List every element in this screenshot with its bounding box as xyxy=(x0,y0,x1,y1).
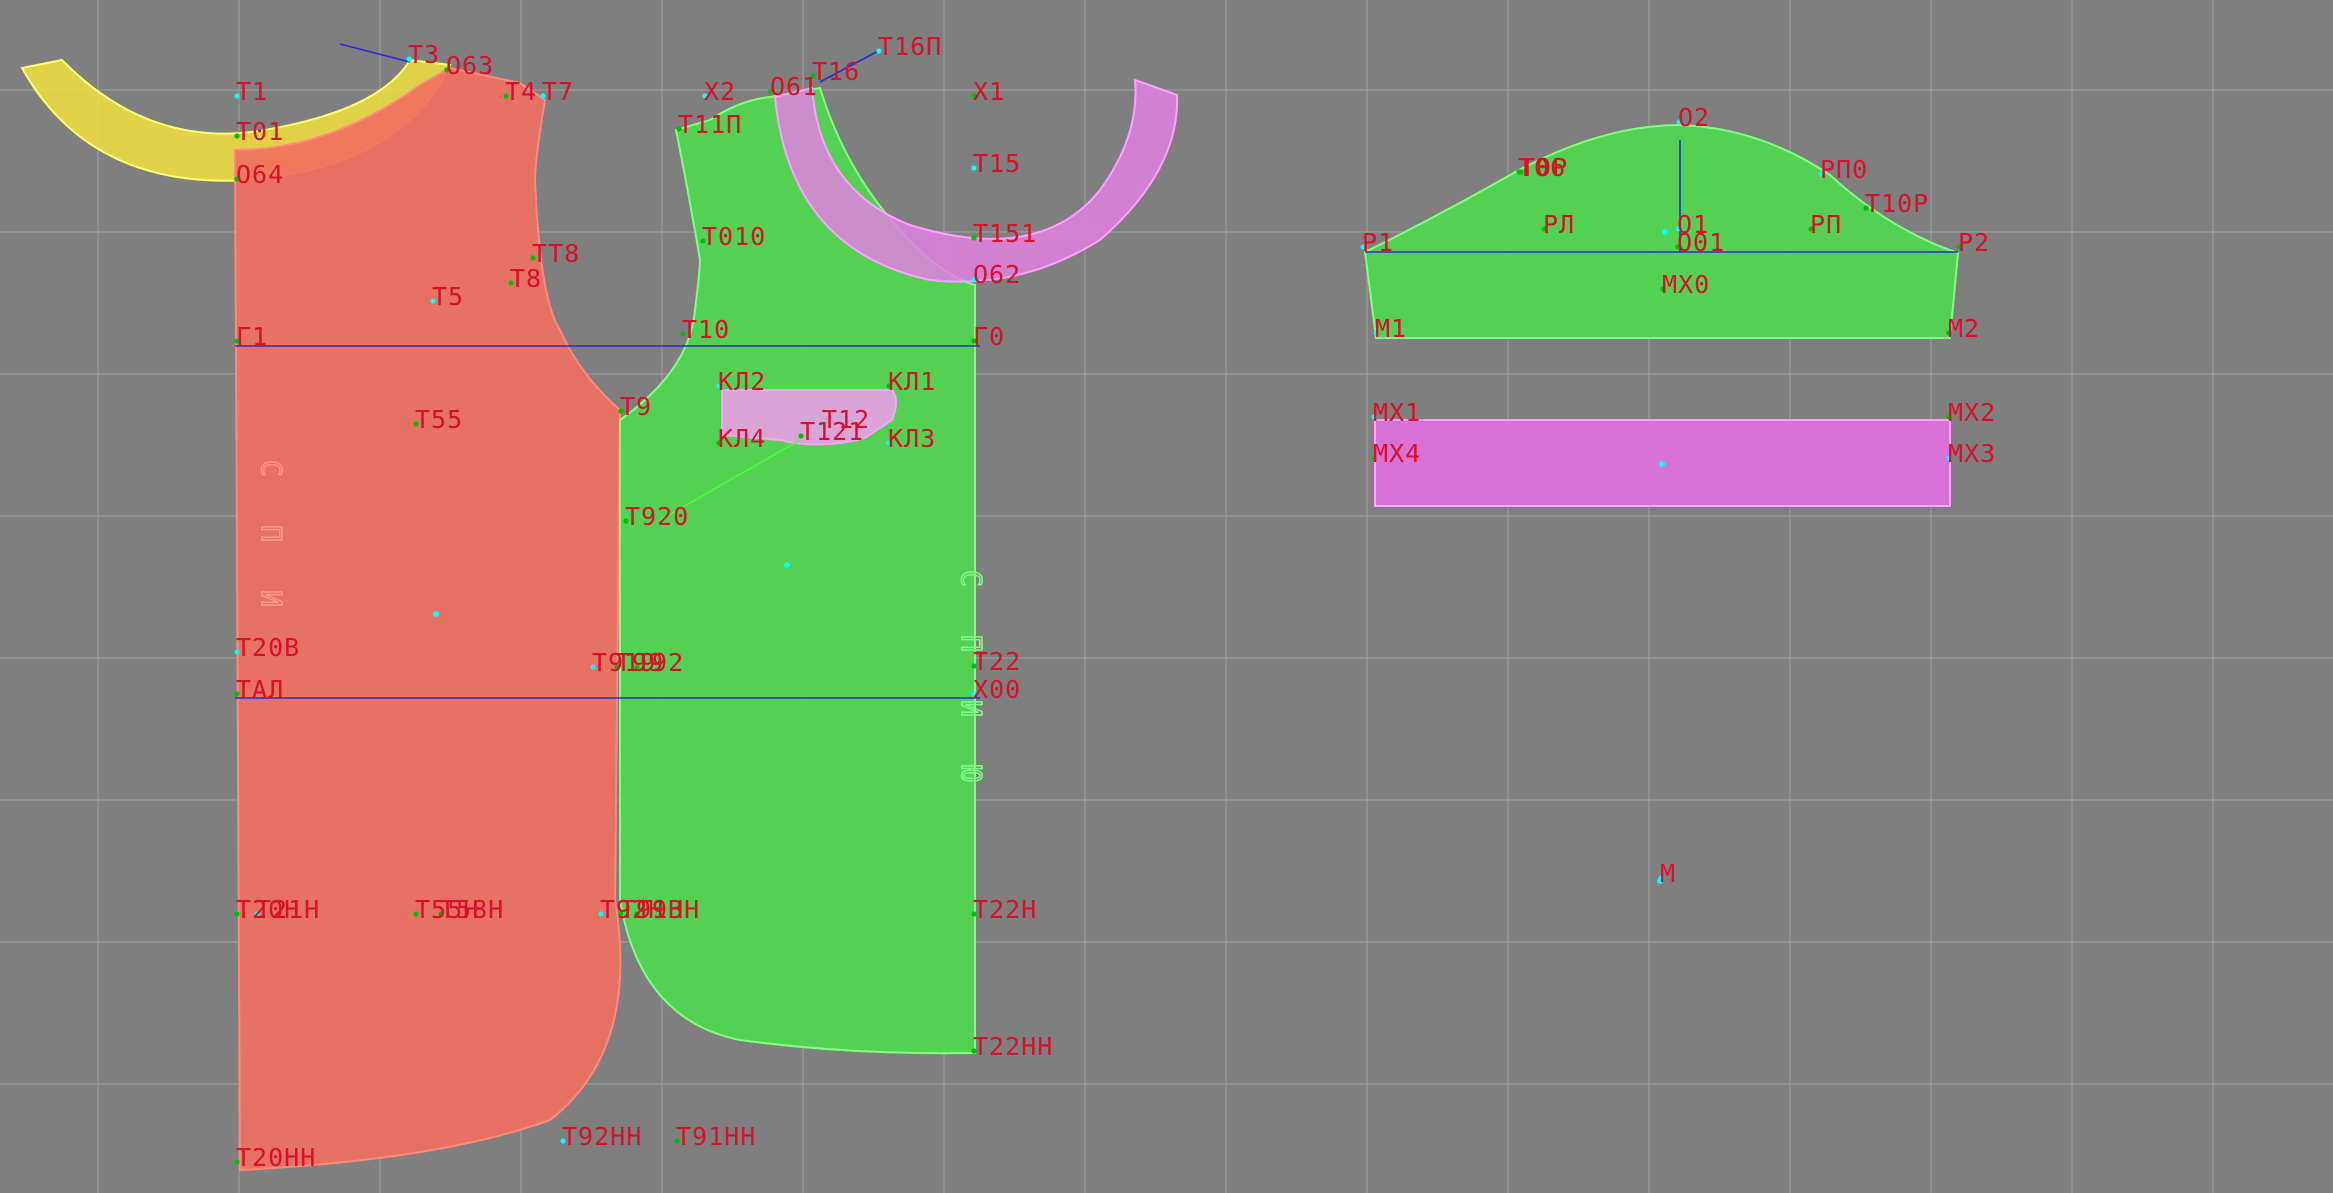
pattern-canvas[interactable]: Т1 Т01 О64 Т3 О63 Т4 Т7 Т8 ТТ8 Т5 Г1 Т55 Т20В ТАЛ Т20Н… xyxy=(0,0,2333,1193)
point-label: О62 xyxy=(973,260,1021,289)
back-piece[interactable] xyxy=(233,66,622,1172)
construction-line xyxy=(339,43,411,63)
point-label: Т121 xyxy=(800,417,864,446)
point-label: КЛ2 xyxy=(718,367,766,396)
point-label: Т920 xyxy=(625,502,689,531)
point-label: МХ3 xyxy=(1948,439,1996,468)
point-label: КЛ1 xyxy=(888,367,936,396)
center-point[interactable] xyxy=(433,611,439,617)
point-label: Т22Н xyxy=(973,895,1037,924)
point-label: РП0 xyxy=(1820,155,1868,184)
point-label: Т7 xyxy=(542,77,574,106)
point-label: М1 xyxy=(1375,314,1407,343)
point-label: МХ1 xyxy=(1373,398,1421,427)
point-label: О64 xyxy=(236,160,284,189)
point-label: РП xyxy=(1810,210,1842,239)
sleeve-piece[interactable] xyxy=(1363,123,1960,339)
point-label: Т3 xyxy=(408,40,440,69)
grain-mark-icon: П xyxy=(955,635,988,652)
point-label: Т0Р xyxy=(1520,153,1568,182)
point-label: Т91НН xyxy=(676,1122,756,1151)
point-label: Т93Н xyxy=(636,895,700,924)
center-point[interactable] xyxy=(1662,229,1668,235)
point-label: Т92 xyxy=(636,648,684,677)
point-label: Т22НН xyxy=(973,1032,1053,1061)
point-label: Г0 xyxy=(973,322,1005,351)
point-label: РЛ xyxy=(1543,210,1575,239)
grain-mark-icon: И xyxy=(255,590,288,607)
point-label: Т1 xyxy=(236,77,268,106)
point-label: ТАЛ xyxy=(236,675,284,704)
point-label: МХ2 xyxy=(1948,398,1996,427)
point-label: М2 xyxy=(1948,314,1980,343)
point-label: Х2 xyxy=(704,77,736,106)
center-point[interactable] xyxy=(784,562,790,568)
point-label: Т16П xyxy=(878,32,942,61)
point-label: Т16 xyxy=(812,57,860,86)
point-label: ТТ8 xyxy=(532,239,580,268)
point-label: Т151 xyxy=(973,219,1037,248)
point-label: КЛ3 xyxy=(888,424,936,453)
point-label: О2 xyxy=(1678,103,1710,132)
point-label: Т11П xyxy=(678,110,742,139)
point-label: Т20В xyxy=(236,633,300,662)
point-label: О63 xyxy=(446,51,494,80)
point-label: МХ4 xyxy=(1373,439,1421,468)
point-label: Т01 xyxy=(236,117,284,146)
point-label: Т58Н xyxy=(440,895,504,924)
grain-mark-icon: Ю xyxy=(955,765,988,782)
point-label: Т21Н xyxy=(256,895,320,924)
point-label: М xyxy=(1660,859,1676,888)
point-label: Г1 xyxy=(236,322,268,351)
point-label: МХ0 xyxy=(1662,270,1710,299)
point-label: КЛ4 xyxy=(718,424,766,453)
grain-mark-icon: П xyxy=(255,525,288,542)
point-label: Т10 xyxy=(682,315,730,344)
pattern-drawing[interactable]: Т1 Т01 О64 Т3 О63 Т4 Т7 Т8ТТ8 Т5 Г1 Т55 Т20В ТАЛ Т20Н… xyxy=(0,0,2333,1193)
point-label: Т010 xyxy=(702,222,766,251)
grain-mark-icon: И xyxy=(955,700,988,717)
center-point[interactable] xyxy=(1659,461,1665,467)
point-label: Т55 xyxy=(415,405,463,434)
point-label: Т8 xyxy=(510,264,542,293)
point-label: О61 xyxy=(770,72,818,101)
point-label: Т5 xyxy=(432,282,464,311)
grain-mark-icon: С xyxy=(255,460,288,477)
point-label: Т92НН xyxy=(562,1122,642,1151)
point-label: Т20НН xyxy=(236,1143,316,1172)
point-label: Т10Р xyxy=(1865,189,1929,218)
point-label: Т15 xyxy=(973,149,1021,178)
point-label: Т4 xyxy=(505,77,537,106)
point-label: О01 xyxy=(1677,228,1725,257)
point-label: Р2 xyxy=(1958,228,1990,257)
point-label: Х1 xyxy=(973,77,1005,106)
point-label: Т9 xyxy=(620,392,652,421)
point-label: Р1 xyxy=(1362,228,1394,257)
grain-mark-icon: С xyxy=(955,570,988,587)
